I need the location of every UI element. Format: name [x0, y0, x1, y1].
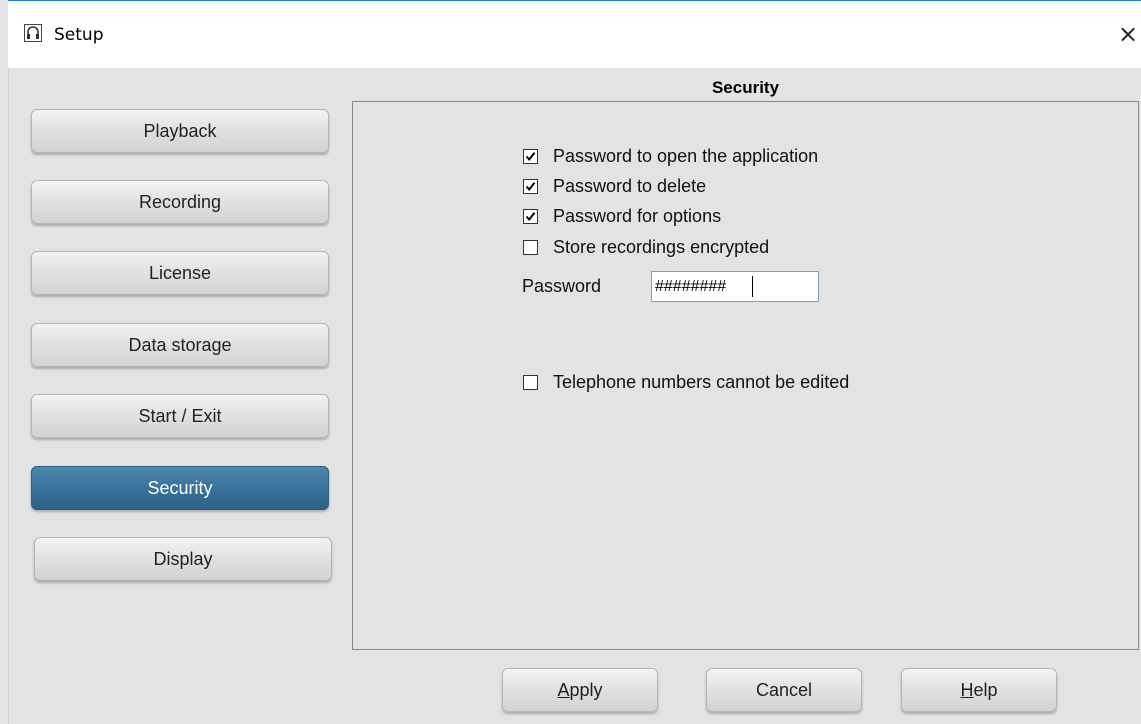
checkbox-checked[interactable]	[523, 148, 538, 164]
nav-display-button[interactable]: Display	[34, 537, 332, 581]
window-edge	[0, 0, 9, 724]
nav-start-exit-button[interactable]: Start / Exit	[31, 394, 329, 438]
help-label-rest: elp	[973, 680, 998, 700]
option-label: Password to open the application	[553, 145, 819, 166]
option-password-open[interactable]: Password to open the application	[523, 145, 818, 167]
apply-label-rest: pply	[569, 680, 603, 700]
nav-license-button[interactable]: License	[31, 251, 329, 295]
help-mnemonic: H	[960, 680, 974, 700]
help-button[interactable]: Help	[901, 668, 1057, 712]
title-bar: Setup ×	[8, 0, 1141, 68]
option-label: Password to delete	[553, 175, 707, 196]
nav-playback-button[interactable]: Playback	[31, 109, 329, 153]
password-label: Password	[522, 276, 602, 296]
nav-data-storage-button[interactable]: Data storage	[31, 323, 329, 367]
section-title: Security	[711, 78, 780, 97]
checkbox-unchecked[interactable]	[523, 374, 538, 390]
checkbox-checked[interactable]	[523, 178, 538, 194]
checkbox-checked[interactable]	[523, 208, 538, 224]
option-store-encrypted[interactable]: Store recordings encrypted	[523, 236, 769, 258]
option-label: Password for options	[553, 205, 722, 226]
nav-recording-button[interactable]: Recording	[31, 180, 329, 224]
setup-dialog: Setup × Playback Recording License Data …	[0, 0, 1141, 724]
cancel-button[interactable]: Cancel	[706, 668, 862, 712]
window-title: Setup	[54, 25, 104, 45]
checkbox-unchecked[interactable]	[523, 239, 538, 255]
headset-icon	[24, 24, 42, 42]
option-label: Telephone numbers cannot be edited	[553, 371, 850, 392]
option-label: Store recordings encrypted	[553, 236, 770, 257]
option-password-options[interactable]: Password for options	[523, 205, 721, 227]
apply-mnemonic: A	[557, 680, 570, 700]
nav-security-button[interactable]: Security	[31, 466, 329, 510]
apply-button[interactable]: Apply	[502, 668, 658, 712]
option-phone-numbers[interactable]: Telephone numbers cannot be edited	[523, 371, 849, 393]
password-input[interactable]	[651, 271, 819, 302]
option-password-delete[interactable]: Password to delete	[523, 175, 706, 197]
close-button[interactable]: ×	[1115, 19, 1141, 49]
text-caret	[752, 276, 753, 297]
